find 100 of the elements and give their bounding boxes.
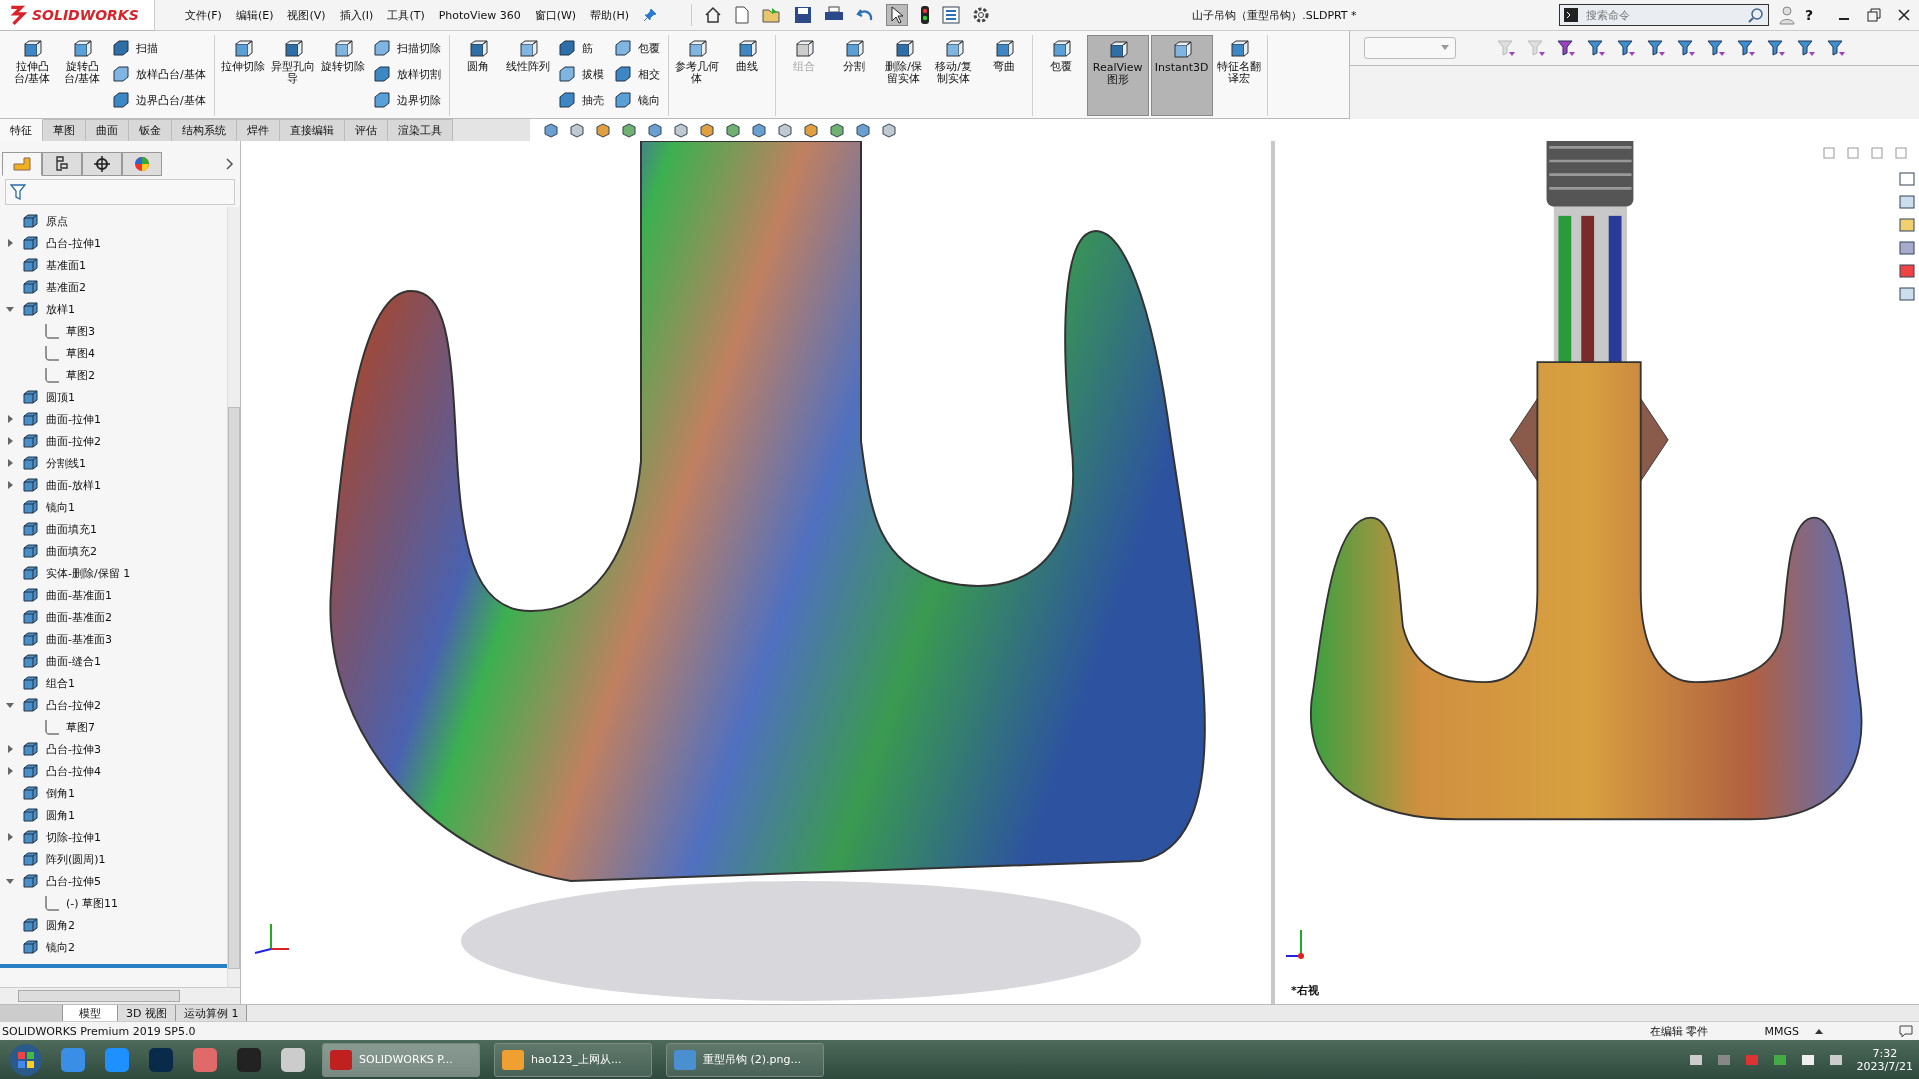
ribbon-tab[interactable]: 特征 <box>0 119 43 141</box>
expand-arrow-icon[interactable] <box>6 745 14 753</box>
model-tab[interactable]: 3D 视图 <box>118 1005 176 1021</box>
tree-item[interactable]: 草图3 <box>66 323 95 339</box>
ribbon-tab[interactable]: 焊件 <box>237 119 280 141</box>
new-document-icon[interactable] <box>734 6 751 24</box>
tree-item[interactable]: 曲面-拉伸2 <box>46 433 101 449</box>
tool-button[interactable]: 曲线 <box>722 35 771 116</box>
search-bar[interactable]: 搜索命令 <box>1558 4 1769 26</box>
tool-button[interactable]: 异型孔向导 <box>268 35 317 116</box>
tool-button[interactable]: Instant3D <box>1150 35 1213 116</box>
menu-item[interactable]: 插入(I) <box>339 7 374 23</box>
start-button[interactable] <box>8 1041 44 1078</box>
save-icon[interactable] <box>794 6 813 24</box>
expand-arrow-icon[interactable] <box>6 415 14 423</box>
tool-button[interactable]: RealView图形 <box>1086 35 1149 116</box>
tree-item[interactable]: 圆角2 <box>46 917 75 933</box>
tool-button[interactable]: 包覆 <box>1036 35 1085 116</box>
menu-item[interactable]: 窗口(W) <box>534 7 577 23</box>
panel-tab[interactable] <box>82 152 122 176</box>
view-tool-icon[interactable] <box>568 121 586 139</box>
tool-button[interactable]: 放样凸台/基体 <box>108 63 210 85</box>
tray-icon[interactable] <box>1688 1052 1703 1067</box>
tool-button[interactable]: 筋 <box>553 37 608 59</box>
options-list-icon[interactable] <box>942 6 961 24</box>
tool-button[interactable]: 拔模 <box>553 63 608 85</box>
search-field[interactable]: 搜索命令 <box>1583 7 1742 23</box>
menu-item[interactable]: PhotoView 360 <box>438 8 521 22</box>
tree-item[interactable]: 曲面填充2 <box>46 543 97 559</box>
selection-filter-icon[interactable] <box>1676 38 1696 58</box>
tree-item[interactable]: 草图7 <box>66 719 95 735</box>
tool-button[interactable]: 分割 <box>829 35 878 116</box>
taskbar-app-button[interactable]: hao123_上网从... <box>494 1042 652 1077</box>
traffic-light-icon[interactable] <box>920 5 931 25</box>
tool-button[interactable]: 拉伸切除 <box>218 35 267 116</box>
view-tool-icon[interactable] <box>672 121 690 139</box>
tree-item[interactable]: 切除-拉伸1 <box>46 829 101 845</box>
tool-button[interactable]: 边界凸台/基体 <box>108 89 210 111</box>
tree-item[interactable]: 曲面-基准面2 <box>46 609 112 625</box>
tool-button[interactable]: 镜向 <box>609 89 664 111</box>
view-tool-icon[interactable] <box>776 121 794 139</box>
view-tool-icon[interactable] <box>698 121 716 139</box>
tool-button[interactable]: 旋转切除 <box>318 35 367 116</box>
tree-item[interactable]: 凸台-拉伸3 <box>46 741 101 757</box>
tree-item[interactable]: 镜向2 <box>46 939 75 955</box>
taskbar-app-button[interactable]: 重型吊钩 (2).png... <box>666 1042 824 1077</box>
tool-button[interactable]: 边界切除 <box>368 89 445 111</box>
tool-button[interactable]: 特征名翻译宏 <box>1214 35 1263 116</box>
tool-button[interactable]: 参考几何体 <box>672 35 721 116</box>
ribbon-tab[interactable]: 曲面 <box>86 119 129 141</box>
clock-time[interactable]: 7:32 <box>1872 1046 1898 1060</box>
tree-item[interactable]: 草图4 <box>66 345 95 361</box>
units-selector[interactable]: MMGS <box>1764 1024 1799 1038</box>
pin-icon[interactable] <box>643 8 658 22</box>
selection-filter-icon[interactable] <box>1556 38 1576 58</box>
task-pane-icon[interactable] <box>1899 194 1915 210</box>
selection-filter-icon[interactable] <box>1706 38 1726 58</box>
tool-button[interactable]: 放样切割 <box>368 63 445 85</box>
tree-item[interactable]: 曲面-拉伸1 <box>46 411 101 427</box>
tool-button[interactable]: 圆角 <box>453 35 502 116</box>
user-icon[interactable] <box>1778 5 1795 25</box>
view-tool-icon[interactable] <box>802 121 820 139</box>
caret-up-icon[interactable] <box>1815 1028 1823 1034</box>
selection-filter-icon[interactable] <box>1736 38 1756 58</box>
task-pane-icon[interactable] <box>1899 217 1915 233</box>
tree-item[interactable]: 阵列(圆周)1 <box>46 851 106 867</box>
tray-icon[interactable] <box>1828 1052 1843 1067</box>
view-tool-icon[interactable] <box>750 121 768 139</box>
filter-field[interactable] <box>5 179 235 205</box>
tree-item[interactable]: 凸台-拉伸4 <box>46 763 101 779</box>
tool-button[interactable]: 移动/复制实体 <box>929 35 978 116</box>
selection-filter-icon[interactable] <box>1496 38 1516 58</box>
expand-arrow-icon[interactable] <box>6 767 14 775</box>
collapse-arrow-icon[interactable] <box>6 701 14 709</box>
task-pane-icon[interactable] <box>1899 240 1915 256</box>
clock-date[interactable]: 2023/7/21 <box>1856 1059 1913 1073</box>
chevron-right-icon[interactable] <box>226 158 234 170</box>
expand-arrow-icon[interactable] <box>6 481 14 489</box>
expand-arrow-icon[interactable] <box>6 239 14 247</box>
tree-item[interactable]: 原点 <box>46 213 68 229</box>
tool-button[interactable]: 弯曲 <box>979 35 1028 116</box>
tree-item[interactable]: 基准面2 <box>46 279 86 295</box>
tree-item[interactable]: 曲面-放样1 <box>46 477 101 493</box>
expand-arrow-icon[interactable] <box>6 833 14 841</box>
tool-button[interactable]: 包覆 <box>609 37 664 59</box>
tree-item[interactable]: 曲面-基准面1 <box>46 587 112 603</box>
ribbon-tab[interactable]: 草图 <box>43 119 86 141</box>
settings-icon[interactable] <box>972 6 991 24</box>
selection-filter-icon[interactable] <box>1826 38 1846 58</box>
tool-button[interactable]: 删除/保留实体 <box>879 35 928 116</box>
selection-filter-icon[interactable] <box>1616 38 1636 58</box>
view-tool-icon[interactable] <box>724 121 742 139</box>
collapse-arrow-icon[interactable] <box>6 305 14 313</box>
app-logo[interactable]: SOLIDWORKS <box>0 0 155 31</box>
model-tab[interactable]: 运动算例 1 <box>175 1005 248 1021</box>
menu-item[interactable]: 工具(T) <box>387 7 425 23</box>
model-tab[interactable]: 模型 <box>63 1005 118 1021</box>
view-tool-icon[interactable] <box>542 121 560 139</box>
tree-item[interactable]: 分割线1 <box>46 455 86 471</box>
tool-button[interactable]: 相交 <box>609 63 664 85</box>
